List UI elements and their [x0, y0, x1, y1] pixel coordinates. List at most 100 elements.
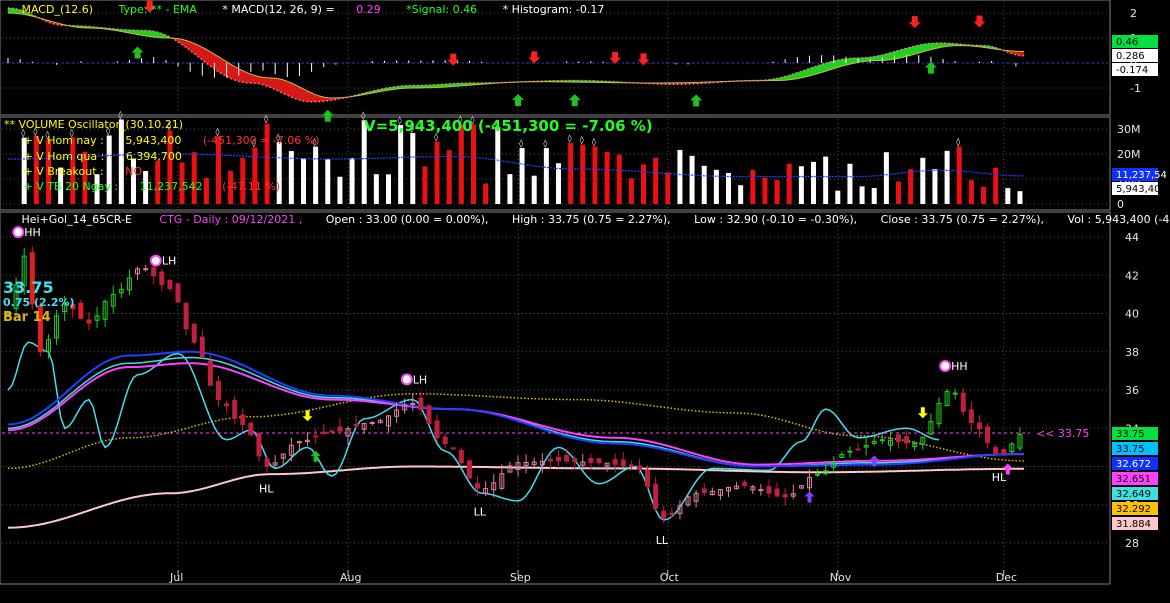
- volume-line-1: + V Hom nay : 5,943,400 (-451,300 = -7.0…: [6, 134, 330, 147]
- price-axis-label: 44: [1125, 231, 1139, 244]
- value-tag-text: 33.75: [1116, 429, 1145, 440]
- candle-body: [257, 434, 261, 456]
- breakout-marker-icon: ◊: [264, 115, 268, 124]
- value-tag-text: 32.651: [1116, 474, 1151, 485]
- value-tag-text: 32.672: [1116, 459, 1151, 470]
- volume-bar: [896, 182, 901, 204]
- volume-bar: [301, 158, 306, 204]
- candle-body: [613, 460, 617, 465]
- candle-body: [152, 268, 156, 276]
- candle-body: [969, 410, 973, 423]
- candle-body: [848, 451, 852, 452]
- candle-body: [87, 320, 91, 323]
- candle-body: [216, 382, 220, 400]
- price-panel[interactable]: [0, 212, 1110, 584]
- volume-bar: [860, 186, 865, 204]
- volume-bar: [192, 152, 197, 204]
- volume-bar: [447, 150, 452, 204]
- price-close: Close : 33.75 (0.75 = 2.27%),: [881, 213, 1044, 226]
- swing-label: LH: [162, 255, 176, 268]
- stock-chart[interactable]: ◊◊◊◊◊◊◊◊◊◊◊◊◊◊◊◊◊◊◊◊◊◊◊◊◊ HHLHHLLHLLLLHH…: [0, 0, 1170, 599]
- macd-fill-segment: [882, 54, 886, 61]
- macd-axis-label: -1: [1130, 82, 1141, 95]
- candle-body: [986, 427, 990, 442]
- v-avg-label: + V TB 20 Ngay :: [23, 180, 118, 193]
- candle-body: [314, 436, 318, 437]
- x-tick-label: Sep: [510, 571, 531, 584]
- volume-bar: [884, 152, 889, 204]
- last-change: 0.75 (2.2%): [3, 296, 75, 309]
- volume-bar: [957, 146, 962, 204]
- macd-fill-segment: [903, 48, 907, 57]
- breakout-marker-icon: ◊: [580, 136, 584, 145]
- volume-bar: [714, 170, 719, 204]
- volume-bar: [811, 162, 816, 204]
- volume-bar: [750, 170, 755, 204]
- candle-body: [654, 484, 658, 508]
- swing-label: HH: [24, 226, 41, 239]
- candle-body: [961, 393, 965, 411]
- v-yday-label: + V Hom qua :: [23, 150, 104, 163]
- candle-body: [354, 425, 358, 426]
- candle-body: [548, 459, 552, 461]
- candle-body: [419, 398, 423, 409]
- candle-body: [249, 423, 253, 435]
- volume-bar: [872, 188, 877, 204]
- candle-body: [565, 455, 569, 461]
- macd-value: 0.29: [356, 3, 381, 16]
- breakout-marker-icon: ◊: [543, 139, 547, 148]
- candle-body: [176, 284, 180, 302]
- volume-bar: [920, 158, 925, 204]
- price-axis-label: 36: [1125, 384, 1139, 397]
- candle-body: [443, 437, 447, 443]
- candle-body: [160, 272, 164, 285]
- volume-bar: [410, 133, 415, 204]
- chart-canvas[interactable]: ◊◊◊◊◊◊◊◊◊◊◊◊◊◊◊◊◊◊◊◊◊◊◊◊◊ HHLHHLLHLLLLHH…: [0, 0, 1170, 599]
- candle-body: [702, 489, 706, 493]
- candle-body: [467, 461, 471, 478]
- volume-axis-label: 30M: [1117, 123, 1141, 136]
- v-today-value: 5,943,400: [125, 134, 181, 147]
- pivot-marker-icon: [151, 256, 161, 266]
- last-price: 33.75: [3, 278, 54, 297]
- candle-body: [775, 489, 779, 496]
- pivot-marker-icon: [13, 227, 23, 237]
- volume-bar: [1005, 188, 1010, 204]
- candle-body: [476, 484, 480, 488]
- macd-fill-segment: [275, 78, 279, 91]
- candle-body: [322, 432, 326, 433]
- value-tag-text: 32.649: [1116, 489, 1151, 500]
- volume-bar: [835, 191, 840, 204]
- macd-fill-segment: [263, 77, 267, 86]
- volume-bar: [471, 125, 476, 204]
- candle-body: [743, 482, 747, 485]
- volume-line-4: + V TB 20 Ngay : 11,237,542 (-47.11 %): [6, 180, 291, 193]
- candle-body: [767, 487, 771, 493]
- candle-body: [297, 442, 301, 443]
- candle-body: [783, 495, 787, 498]
- volume-big-label: V=5,943,400 (-451,300 = -7.06 %): [364, 117, 653, 135]
- macd-fill-segment: [894, 51, 898, 60]
- volume-bar: [653, 158, 658, 204]
- candle-body: [994, 448, 998, 454]
- volume-bar: [580, 145, 585, 204]
- x-tick-label: Jul: [169, 571, 183, 584]
- price-vol: Vol : 5,943,400 (-451,300 = -7.06%: [1068, 213, 1170, 226]
- volume-bar: [386, 174, 391, 204]
- swing-label: LL: [656, 534, 669, 547]
- volume-bar: [617, 155, 622, 204]
- volume-bar: [677, 150, 682, 204]
- value-tag-text: 0.46: [1116, 37, 1138, 48]
- v-breakout-value: NO: [125, 165, 142, 178]
- volume-bar: [350, 158, 355, 204]
- volume-bar: [483, 183, 488, 204]
- volume-bar: [932, 169, 937, 204]
- volume-bar: [787, 164, 792, 204]
- candle-body: [233, 401, 237, 419]
- volume-bar: [422, 166, 427, 204]
- price-header: Hei+Gol_14_65CR-E CTG - Daily : 09/12/20…: [4, 213, 1170, 226]
- macd-panel[interactable]: [0, 0, 1110, 115]
- candle-body: [557, 457, 561, 460]
- v-today-label: + V Hom nay :: [23, 134, 103, 147]
- price-line-label: << 33.75: [1036, 427, 1089, 440]
